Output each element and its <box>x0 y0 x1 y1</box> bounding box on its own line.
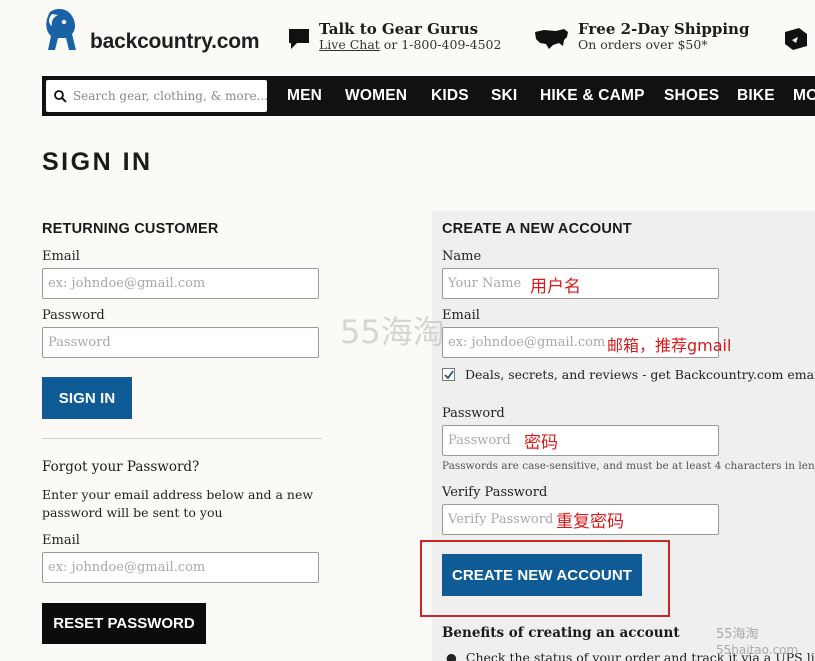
search-input[interactable]: Search gear, clothing, & more... <box>46 80 267 112</box>
nav-item-bike[interactable]: BIKE <box>737 87 775 105</box>
forgot-email-field[interactable]: ex: johndoe@gmail.com <box>42 552 319 583</box>
forgot-email-placeholder: ex: johndoe@gmail.com <box>48 560 206 575</box>
live-chat-link[interactable]: Live Chat <box>319 37 380 52</box>
nav-item-kids[interactable]: KIDS <box>431 87 469 105</box>
reset-password-button[interactable]: RESET PASSWORD <box>42 603 206 644</box>
checkmark-icon <box>443 369 454 379</box>
chat-bubble-icon <box>289 29 309 49</box>
password-annotation: 密码 <box>524 433 558 453</box>
forgot-password-text-line2: password will be sent to you <box>42 505 223 520</box>
benefits-heading: Benefits of creating an account <box>442 625 680 641</box>
verify-password-label: Verify Password <box>442 485 548 500</box>
free-shipping-subtitle: On orders over $50* <box>578 37 708 52</box>
corner-watermark-url: 55haitao.com <box>716 643 799 657</box>
section-divider <box>42 438 322 439</box>
forgot-password-heading: Forgot your Password? <box>42 459 200 475</box>
usa-map-icon <box>535 29 568 49</box>
name-placeholder: Your Name <box>448 276 522 291</box>
nav-item-shoes[interactable]: SHOES <box>664 87 719 105</box>
signin-email-field[interactable]: ex: johndoe@gmail.com <box>42 268 319 299</box>
search-icon <box>54 89 67 103</box>
search-placeholder: Search gear, clothing, & more... <box>72 89 267 103</box>
verify-password-placeholder: Verify Password <box>448 512 554 527</box>
name-label: Name <box>442 249 482 264</box>
forgot-email-label: Email <box>42 533 80 548</box>
nav-item-men[interactable]: MEN <box>287 87 322 105</box>
returns-box-icon <box>785 28 807 50</box>
center-watermark: 55海淘 <box>340 313 445 351</box>
create-password-placeholder: Password <box>448 433 511 448</box>
create-email-label: Email <box>442 308 480 323</box>
signin-email-placeholder: ex: johndoe@gmail.com <box>48 276 206 291</box>
phone-number: or 1-800-409-4502 <box>379 37 502 52</box>
free-shipping-title: Free 2-Day Shipping <box>578 20 750 38</box>
signin-password-label: Password <box>42 308 105 323</box>
name-annotation: 用户名 <box>530 277 581 297</box>
gear-gurus-contact: Live Chat or 1-800-409-4502 <box>319 37 501 52</box>
create-new-account-button[interactable]: CREATE NEW ACCOUNT <box>442 554 642 596</box>
logo-text[interactable]: backcountry.com <box>90 30 260 54</box>
signin-password-field[interactable]: Password <box>42 327 319 358</box>
gear-gurus-title: Talk to Gear Gurus <box>319 20 479 38</box>
returning-customer-heading: RETURNING CUSTOMER <box>42 221 219 237</box>
corner-watermark-cn: 55海淘 <box>716 627 759 642</box>
nav-item-women[interactable]: WOMEN <box>345 87 407 105</box>
bullet-icon: ● <box>446 650 457 661</box>
sign-in-button[interactable]: SIGN IN <box>42 377 132 419</box>
nav-item-more[interactable]: MO <box>793 87 815 105</box>
page-title: SIGN IN <box>42 148 153 176</box>
verify-annotation: 重复密码 <box>556 512 624 532</box>
deals-checkbox[interactable] <box>442 368 455 381</box>
password-hint: Passwords are case-sensitive, and must b… <box>442 460 815 472</box>
signin-password-placeholder: Password <box>48 335 111 350</box>
nav-item-ski[interactable]: SKI <box>491 87 517 105</box>
nav-item-hike-camp[interactable]: HIKE & CAMP <box>540 87 645 105</box>
create-password-field[interactable]: Password <box>442 425 719 456</box>
create-password-label: Password <box>442 406 505 421</box>
signin-email-label: Email <box>42 249 80 264</box>
email-annotation: 邮箱，推荐gmail <box>607 336 732 355</box>
backcountry-goat-logo-icon[interactable] <box>42 8 82 54</box>
create-email-placeholder: ex: johndoe@gmail.com <box>448 335 606 350</box>
forgot-password-text-line1: Enter your email address below and a new <box>42 487 314 502</box>
create-account-heading: CREATE A NEW ACCOUNT <box>442 221 632 237</box>
deals-checkbox-label[interactable]: Deals, secrets, and reviews - get Backco… <box>465 367 815 382</box>
